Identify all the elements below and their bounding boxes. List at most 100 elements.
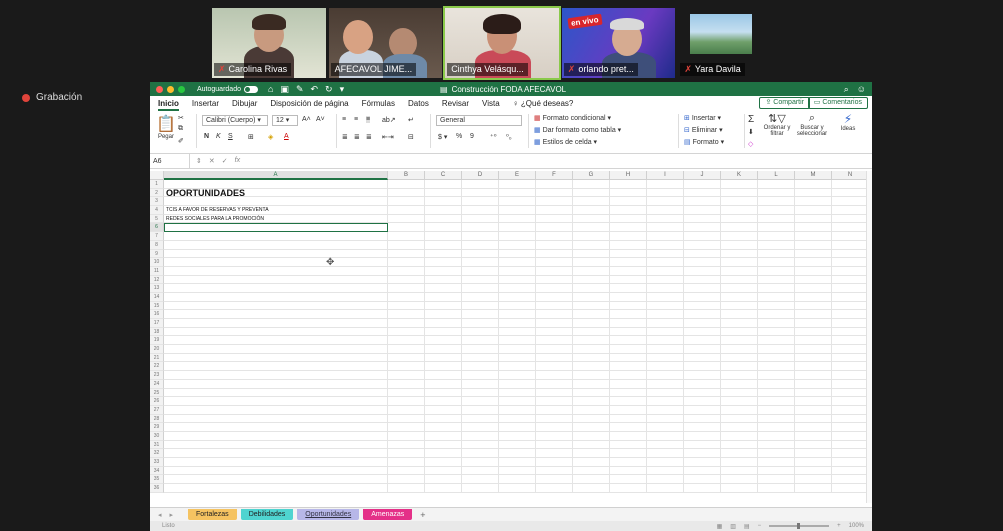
cell-n20[interactable]	[832, 345, 866, 354]
select-all-corner[interactable]	[150, 171, 164, 180]
cell-b4[interactable]	[388, 206, 425, 215]
cell-j1[interactable]	[684, 180, 721, 189]
font-name-select[interactable]: Calibri (Cuerpo) ▾	[202, 115, 268, 126]
sheet-tab-oportunidades[interactable]: Oportunidades	[297, 509, 360, 520]
cell-c14[interactable]	[425, 292, 462, 302]
cell-m13[interactable]	[795, 284, 832, 293]
cell-k31[interactable]	[721, 440, 758, 450]
cell-f11[interactable]	[536, 266, 573, 276]
cell-f28[interactable]	[536, 414, 573, 424]
cell-c19[interactable]	[425, 336, 462, 346]
cell-k35[interactable]	[721, 475, 758, 485]
align-right-icon[interactable]: ≣	[366, 133, 372, 141]
cell-h3[interactable]	[610, 197, 647, 207]
cell-f5[interactable]	[536, 214, 573, 224]
cell-j16[interactable]	[684, 310, 721, 319]
cell-l7[interactable]	[758, 232, 795, 241]
row-header[interactable]: 9	[150, 249, 164, 259]
column-header[interactable]: G	[573, 171, 610, 180]
cell-h7[interactable]	[610, 232, 647, 241]
cell-h19[interactable]	[610, 336, 647, 346]
cell-k36[interactable]	[721, 484, 758, 493]
column-header[interactable]: C	[425, 171, 462, 180]
cell-e16[interactable]	[499, 310, 536, 319]
undo-icon[interactable]: ↶	[310, 84, 318, 95]
cell-j34[interactable]	[684, 466, 721, 476]
cell-l15[interactable]	[758, 301, 795, 311]
active-speaker-tile[interactable]: Cinthya Velásqu...	[443, 6, 561, 80]
ideas-button[interactable]: ⚡ Ideas	[836, 112, 860, 132]
cell-h26[interactable]	[610, 397, 647, 406]
cell-h5[interactable]	[610, 214, 647, 224]
zoom-level[interactable]: 100%	[849, 523, 864, 529]
cell-e10[interactable]	[499, 258, 536, 267]
fill-color-icon[interactable]: ◈	[268, 133, 273, 141]
number-format-select[interactable]: General	[436, 115, 522, 126]
cell-l20[interactable]	[758, 345, 795, 354]
tab-dibujar[interactable]: Dibujar	[232, 99, 257, 108]
cell-e5[interactable]	[499, 214, 536, 224]
cell-m34[interactable]	[795, 466, 832, 476]
cell-f8[interactable]	[536, 240, 573, 250]
row-header[interactable]: 36	[150, 484, 164, 493]
cell-d11[interactable]	[462, 266, 499, 276]
cell-e6[interactable]	[499, 223, 536, 233]
cell-i3[interactable]	[647, 197, 684, 207]
cell-d23[interactable]	[462, 371, 499, 380]
row-header[interactable]: 23	[150, 371, 164, 380]
cell-f14[interactable]	[536, 292, 573, 302]
cell-g27[interactable]	[573, 405, 610, 415]
cell-e22[interactable]	[499, 362, 536, 372]
cell-l31[interactable]	[758, 440, 795, 450]
cell-g26[interactable]	[573, 397, 610, 406]
cell-d36[interactable]	[462, 484, 499, 493]
cell-b22[interactable]	[388, 362, 425, 372]
cell-f6[interactable]	[536, 223, 573, 233]
cell-g19[interactable]	[573, 336, 610, 346]
increase-decimal-icon[interactable]: ⁺⁰	[490, 133, 497, 141]
tab-inicio[interactable]: Inicio	[158, 99, 179, 111]
cell-d9[interactable]	[462, 249, 499, 259]
cell-c23[interactable]	[425, 371, 462, 380]
cell-m26[interactable]	[795, 397, 832, 406]
cell-c32[interactable]	[425, 449, 462, 458]
cell-g33[interactable]	[573, 458, 610, 467]
cell-j36[interactable]	[684, 484, 721, 493]
cell-k22[interactable]	[721, 362, 758, 372]
cell-d6[interactable]	[462, 223, 499, 233]
cell-k19[interactable]	[721, 336, 758, 346]
cell-e28[interactable]	[499, 414, 536, 424]
cell-b19[interactable]	[388, 336, 425, 346]
cell-f26[interactable]	[536, 397, 573, 406]
cell-d8[interactable]	[462, 240, 499, 250]
cell-g15[interactable]	[573, 301, 610, 311]
more-icon[interactable]: ▾	[340, 84, 345, 95]
cell-b24[interactable]	[388, 379, 425, 389]
cell-m24[interactable]	[795, 379, 832, 389]
cell-a10[interactable]	[164, 258, 388, 267]
font-color-icon[interactable]: A	[284, 133, 289, 140]
cell-n6[interactable]	[832, 223, 866, 233]
spreadsheet-grid[interactable]: ABCDEFGHIJKLMN 1 2 OPORTUNIDADES 3 4 TCIS A F…	[150, 171, 866, 503]
sort-filter-button[interactable]: ⇅▽ Ordenar y filtrar	[760, 112, 794, 137]
cell-i11[interactable]	[647, 266, 684, 276]
align-center-icon[interactable]: ≣	[354, 133, 360, 141]
cell-g31[interactable]	[573, 440, 610, 450]
row-header[interactable]: 15	[150, 301, 164, 311]
cell-f16[interactable]	[536, 310, 573, 319]
cell-e1[interactable]	[499, 180, 536, 189]
cell-m32[interactable]	[795, 449, 832, 458]
cell-g36[interactable]	[573, 484, 610, 493]
cell-b21[interactable]	[388, 353, 425, 363]
cell-b5[interactable]	[388, 214, 425, 224]
cell-g8[interactable]	[573, 240, 610, 250]
cell-i34[interactable]	[647, 466, 684, 476]
cell-b6[interactable]	[388, 223, 425, 233]
cell-d14[interactable]	[462, 292, 499, 302]
cell-h31[interactable]	[610, 440, 647, 450]
cell-d13[interactable]	[462, 284, 499, 293]
cell-e35[interactable]	[499, 475, 536, 485]
row-header[interactable]: 27	[150, 405, 164, 415]
column-header[interactable]: B	[388, 171, 425, 180]
cell-d12[interactable]	[462, 275, 499, 285]
